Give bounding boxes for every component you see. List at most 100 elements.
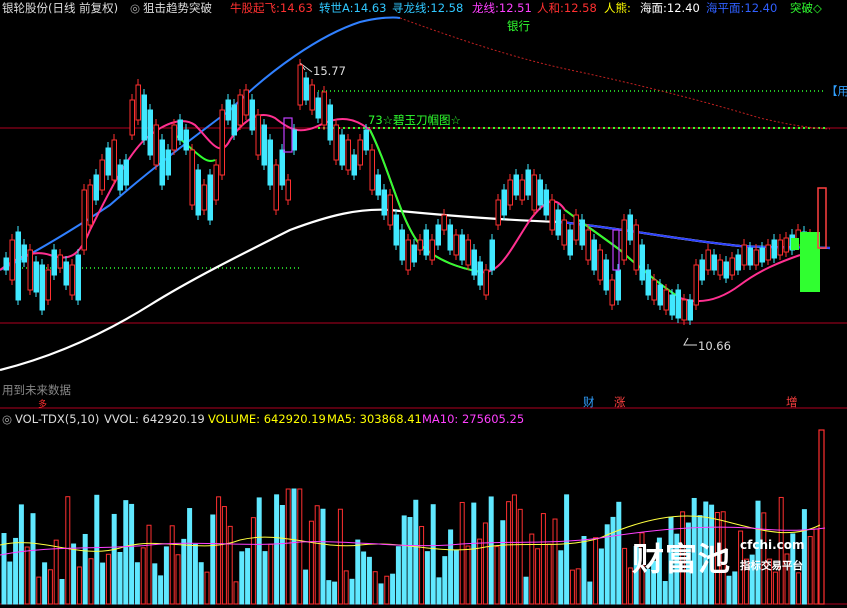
candle-body [675, 289, 681, 319]
candle-body [693, 264, 699, 306]
candle-body [357, 139, 363, 166]
candle-body [321, 91, 327, 126]
candle-body [645, 269, 651, 296]
candle-body [765, 244, 771, 261]
volume-bar [303, 569, 309, 605]
breakout-block [800, 232, 820, 292]
volume-bar [146, 524, 152, 605]
candle-body [663, 289, 669, 311]
volume-bar [581, 536, 587, 605]
candle-body [783, 237, 789, 253]
candle-body [45, 269, 51, 301]
candle-body [597, 249, 603, 281]
volume-bar [564, 494, 570, 605]
candle-body [543, 189, 549, 216]
candle-body [495, 199, 501, 226]
indicator-tupo: 突破◇ [790, 1, 822, 15]
candle-body [87, 184, 93, 226]
volume-bar [482, 522, 488, 605]
volume-bar [343, 570, 349, 605]
candle-body [39, 264, 45, 311]
volume-bar [372, 571, 378, 605]
volume-bar [488, 496, 494, 605]
volume-bar [361, 551, 367, 605]
candle-body [471, 249, 477, 276]
stock-title[interactable]: 银轮股份(日线 前复权) [2, 1, 118, 15]
right-marker: 【用 [826, 84, 847, 98]
event-marker-cai[interactable]: 财 [583, 395, 595, 409]
candle-body [759, 247, 765, 263]
low-price-label: 10.66 [698, 339, 731, 353]
candle-body [513, 174, 519, 196]
candle-body [123, 159, 129, 186]
candle-body [135, 84, 141, 121]
candle-body [483, 269, 489, 296]
candle-body [363, 129, 369, 151]
volume-bar [7, 561, 13, 605]
volume-bar [662, 581, 668, 605]
candle-body [531, 174, 537, 211]
volume-bar [181, 538, 187, 605]
candle-body [51, 249, 57, 276]
volume-toggle-icon[interactable]: ◎ [2, 412, 12, 426]
volume-bar [366, 556, 372, 605]
candle-body [93, 174, 99, 201]
indicator-toggle-icon[interactable]: ◎ [130, 1, 140, 15]
watermark-brand: 财富池 [632, 540, 732, 578]
candle-body [105, 147, 111, 176]
volume-bar [163, 546, 169, 605]
volume-bar [216, 496, 222, 605]
candle-body [417, 239, 423, 251]
event-marker-zeng[interactable]: 增 [786, 395, 798, 409]
candle-body [657, 284, 663, 306]
volume-bar [355, 539, 361, 605]
candle-body [285, 179, 291, 201]
candle-body [429, 239, 435, 261]
candle-body [525, 169, 531, 196]
volume-bar [268, 543, 274, 605]
ma10-readout: MA10: 275605.25 [422, 412, 525, 426]
candle-body [627, 214, 633, 241]
candle-body [75, 254, 81, 301]
watermark-tagline: 指标交易平台 [740, 560, 803, 572]
candle-body [279, 149, 285, 186]
volume-bar [401, 515, 407, 605]
candle-body [381, 189, 387, 216]
candle-body [681, 299, 687, 321]
candle-body [585, 229, 591, 261]
kline-chart-canvas[interactable] [0, 0, 847, 608]
volume-bar [442, 556, 448, 605]
candle-body [291, 129, 297, 151]
volume-bar [535, 548, 541, 605]
indicator-name[interactable]: 狙击趋势突破 [143, 1, 212, 15]
volume-bar [192, 543, 198, 605]
volume-bar [552, 518, 558, 605]
candle-body [273, 164, 279, 211]
watermark-domain: cfchi.com [740, 538, 805, 552]
candle-body [741, 244, 747, 266]
candle-body [477, 261, 483, 286]
candle-body [171, 124, 177, 151]
candle-body [15, 231, 21, 301]
volume-bar [250, 517, 256, 605]
volume-bar [24, 546, 30, 605]
candle-body [405, 239, 411, 271]
volume-bar [221, 506, 227, 605]
candle-body [561, 219, 567, 246]
candle-body [33, 261, 39, 293]
volume-bar [233, 581, 239, 605]
candle-body [117, 164, 123, 191]
candle-body [447, 224, 453, 251]
event-marker-zhang[interactable]: 涨 [614, 395, 626, 409]
candle-body [393, 214, 399, 246]
candle-body [147, 109, 153, 156]
volume-bar [413, 499, 419, 605]
candle-body [255, 114, 261, 156]
volume-bar [349, 578, 355, 605]
candle-body [519, 179, 525, 201]
volume-bar [419, 525, 425, 605]
candle-body [711, 254, 717, 271]
candle-body [555, 209, 561, 236]
volume-indicator-name[interactable]: VOL-TDX(5,10) [15, 412, 99, 426]
sector-label: 银行 [507, 19, 530, 33]
